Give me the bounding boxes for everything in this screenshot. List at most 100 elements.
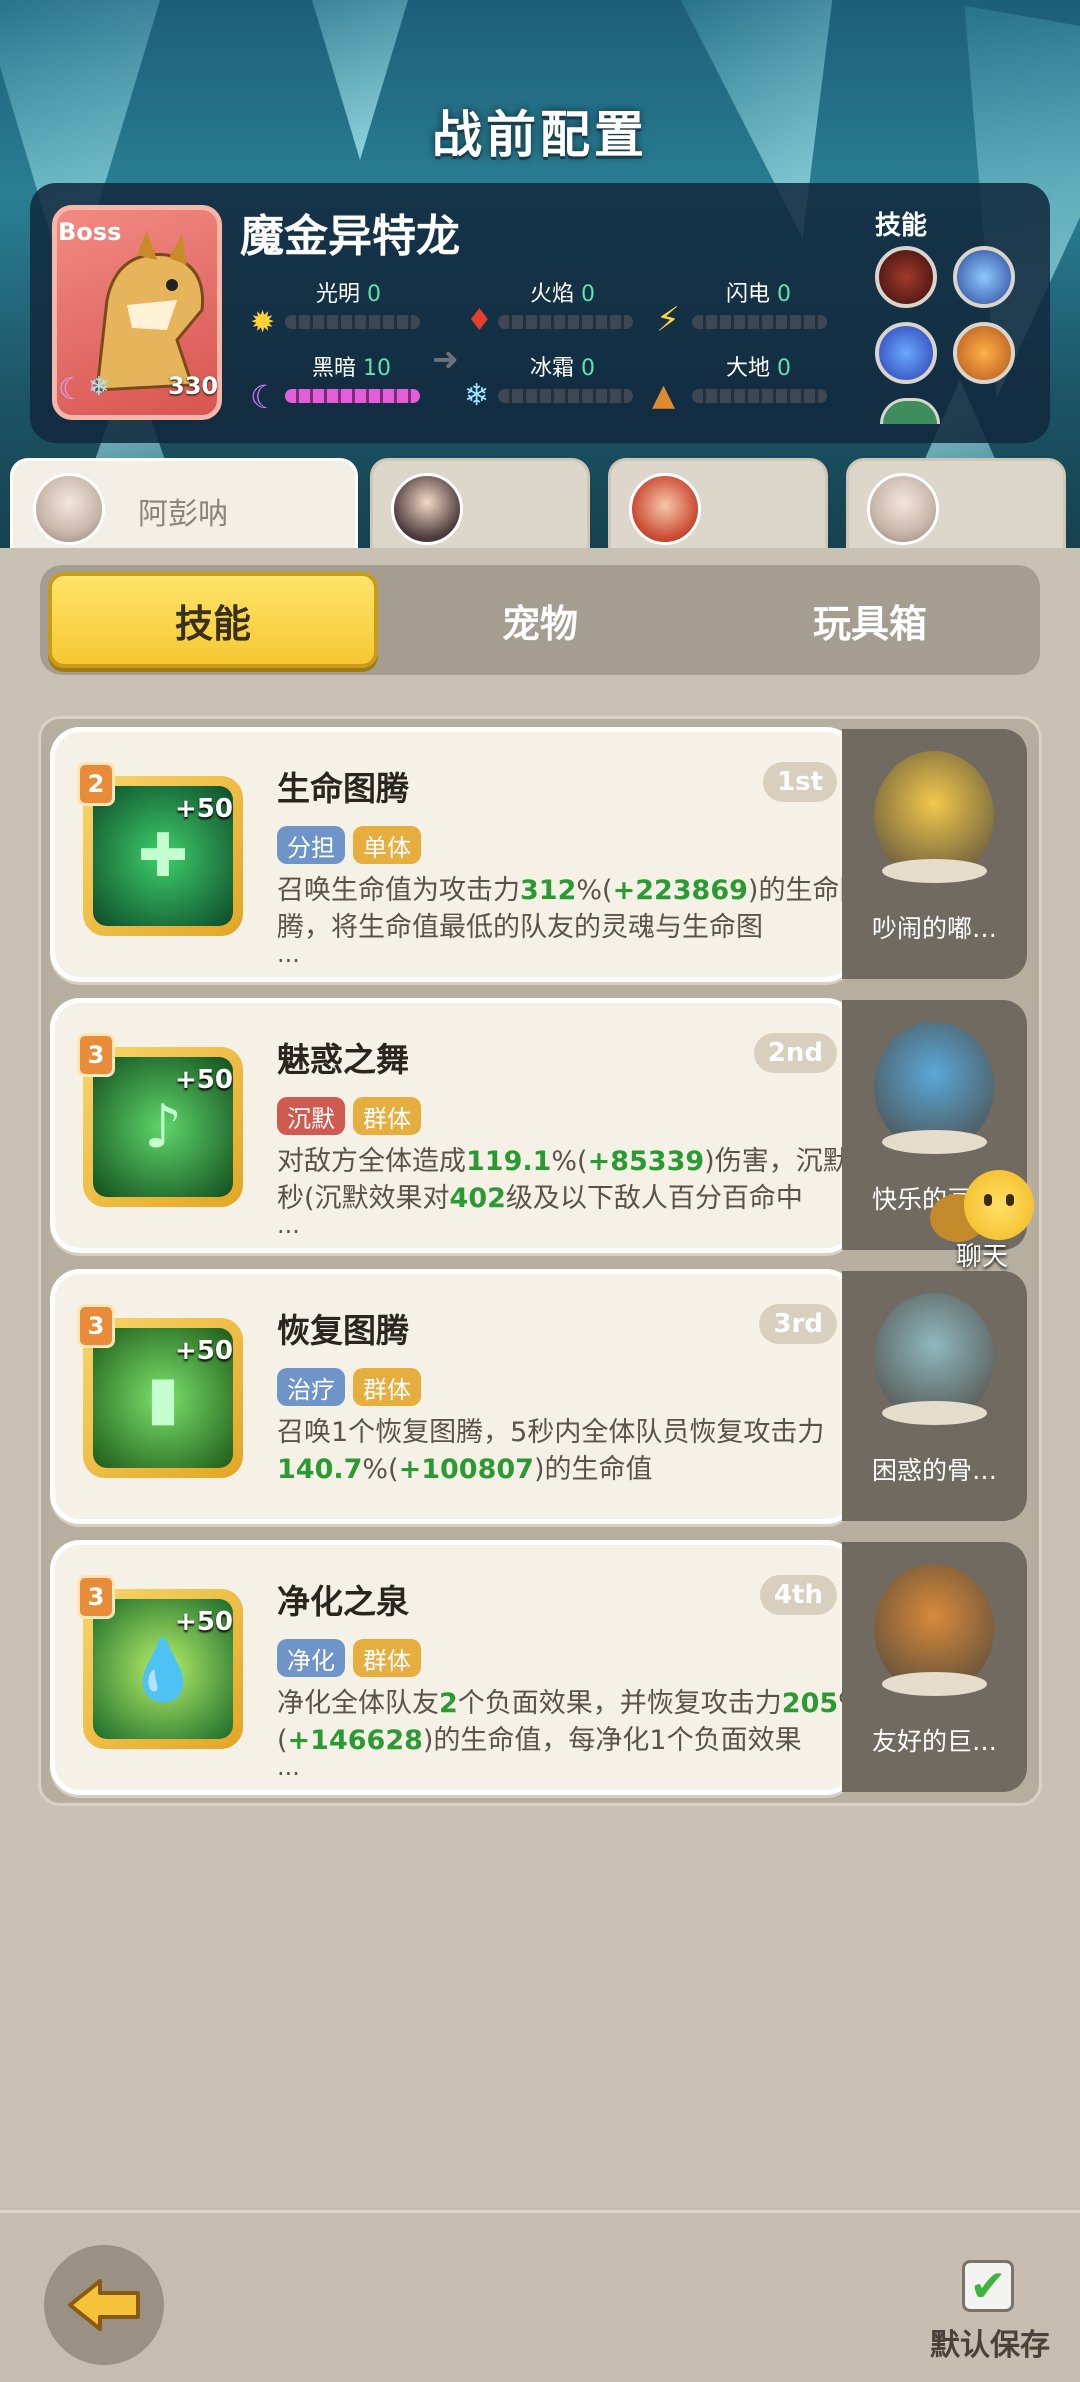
default-save-checkbox[interactable]: ✔ [962,2260,1014,2312]
skill-card[interactable]: ▮ 3 +50 恢复图腾 3rd 治疗 群体 召唤1个恢复图腾，5秒内全体队员恢复… [50,1269,856,1524]
skill-desc-part: %( [551,1146,588,1177]
skill-level-badge: 3 [77,1575,115,1619]
skill-desc-part: +146628 [287,1725,423,1756]
element-frost: 冰霜 0 [530,356,596,381]
arrow-right-icon: ➜ [432,340,459,378]
pet-name: 吵闹的嘟… [871,914,997,943]
boss-skill-lightning-icon[interactable] [875,322,937,384]
check-icon: ✔ [969,2260,1007,2312]
chat-face-icon [964,1170,1034,1240]
boss-skill-roar-icon[interactable] [875,246,937,308]
hero-avatar-icon [391,473,463,545]
skill-tag: 群体 [353,1368,421,1406]
skill-description: 对敌方全体造成119.1%(+85339)伤害，沉默1.5秒(沉默效果对402级… [277,1143,917,1217]
element-fire-bar [498,315,633,329]
skill-name: 生命图腾 [277,769,409,808]
element-thunder-bar [692,315,827,329]
element-frost-bar [498,389,633,403]
hero-tab-1[interactable]: 阿彭呐 [10,458,358,560]
skill-desc-part: )的生命值 [533,1454,653,1485]
lightning-icon: ⚡ [656,300,680,340]
skill-desc-part: 2 [439,1688,458,1719]
hero-tab-4[interactable] [846,458,1066,560]
skill-rank: 3rd [759,1304,837,1344]
boss-skills-label: 技能 [875,211,928,241]
pet-pedestal [882,1401,987,1425]
skill-level-badge: 2 [77,762,115,806]
skill-desc-part: 召唤1个恢复图腾，5秒内全体队员恢复攻击力 [277,1417,825,1448]
skill-name: 净化之泉 [277,1582,409,1621]
skill-desc-part: 205 [781,1688,839,1719]
skill-desc-part: %( [576,875,613,906]
skill-desc-part: 402 [449,1183,506,1214]
tab-toybox[interactable]: 玩具箱 [705,572,1035,668]
pet-pedestal [882,1130,987,1154]
skill-rank: 2nd [753,1033,837,1073]
skill-tags: 净化 群体 [277,1639,429,1677]
skill-desc-part: +85339 [587,1146,705,1177]
skill-bonus: +50 [175,794,233,824]
hero-avatar-icon [629,473,701,545]
skill-tag: 净化 [277,1639,345,1677]
element-light: 光明 0 [316,282,382,307]
earth-icon: ▲ [652,378,676,413]
skill-bonus: +50 [175,1607,233,1637]
element-light-bar [285,315,420,329]
skill-desc-part: 级及以下敌人百分百命中 [505,1183,803,1214]
back-button[interactable] [44,2245,164,2365]
hero-avatar-icon [867,473,939,545]
tab-skills[interactable]: 技能 [48,572,378,668]
skill-tag: 治疗 [277,1368,345,1406]
pet-pedestal [882,1672,987,1696]
skill-tag: 群体 [353,1639,421,1677]
chat-button[interactable]: 聊天 [930,1170,1040,1272]
skill-tag: 群体 [353,1097,421,1135]
skill-desc-part: )伤害，沉默 [704,1146,850,1177]
skill-desc-part: 秒(沉默效果对 [277,1183,450,1214]
skill-desc-part: 119.1 [466,1146,552,1177]
skill-tags: 治疗 群体 [277,1368,429,1406]
pet-slot[interactable]: 吵闹的嘟… [842,729,1027,979]
skill-level-badge: 3 [77,1304,115,1348]
skill-desc-part: 召唤生命值为攻击力 [277,875,520,906]
skill-desc-part: 140.7 [277,1454,363,1485]
pet-slot[interactable]: 困惑的骨… [842,1271,1027,1521]
default-save-label: 默认保存 [930,2328,1050,2363]
pet-name: 友好的巨… [871,1727,997,1756]
element-thunder: 闪电 0 [726,282,792,307]
light-icon: ✹ [250,305,276,340]
snowflake-icon: ❄ [88,372,110,402]
element-dark: 黑暗 10 [312,356,392,381]
skill-desc-ellipsis: ... [277,1753,300,1781]
skill-description: 召唤生命值为攻击力312%(+223869)的生命图腾，将生命值最低的队友的灵魂… [277,872,917,946]
skill-card[interactable]: ✚ 2 +50 生命图腾 1st 分担 单体 召唤生命值为攻击力312%(+223… [50,727,866,982]
hero-avatar-icon [33,473,105,545]
skill-card[interactable]: 💧 3 +50 净化之泉 4th 净化 群体 净化全体队友2个负面效果，并恢复攻击… [50,1540,864,1795]
pet-pedestal [882,859,987,883]
hero-name: 阿彭呐 [138,497,228,532]
skill-desc-part: +223869 [612,875,748,906]
skill-rank: 1st [763,762,837,802]
skill-description: 召唤1个恢复图腾，5秒内全体队员恢复攻击力 140.7%(+100807)的生命值 [277,1414,917,1488]
skill-desc-ellipsis: ... [277,940,300,968]
boss-skill-fire-icon[interactable] [953,322,1015,384]
element-earth: 大地 0 [726,356,792,381]
skill-name: 恢复图腾 [277,1311,409,1350]
pet-slot[interactable]: 友好的巨… [842,1542,1027,1792]
skill-name: 魅惑之舞 [277,1040,409,1079]
skill-tag: 单体 [353,826,421,864]
hero-tab-3[interactable] [608,458,828,560]
skill-desc-part: 对敌方全体造成 [277,1146,466,1177]
hero-tab-2[interactable] [370,458,590,560]
skill-desc-part: )的生命值，每净化1个负面效果 [422,1725,802,1756]
skill-desc-part: 净化全体队友 [277,1688,439,1719]
skill-desc-part: 个负面效果，并恢复攻击力 [457,1688,782,1719]
skill-desc-part: 312 [520,875,577,906]
skill-description: 净化全体队友2个负面效果，并恢复攻击力205%(+146628)的生命值，每净化… [277,1685,917,1759]
boss-skill-claw-icon[interactable] [953,246,1015,308]
tab-pets[interactable]: 宠物 [375,572,705,668]
skill-card[interactable]: ♪ 3 +50 魅惑之舞 2nd 沉默 群体 对敌方全体造成119.1%(+853… [50,998,898,1253]
moon-icon: ☾ [58,372,85,407]
skill-rank: 4th [759,1575,837,1615]
element-earth-bar [692,389,827,403]
